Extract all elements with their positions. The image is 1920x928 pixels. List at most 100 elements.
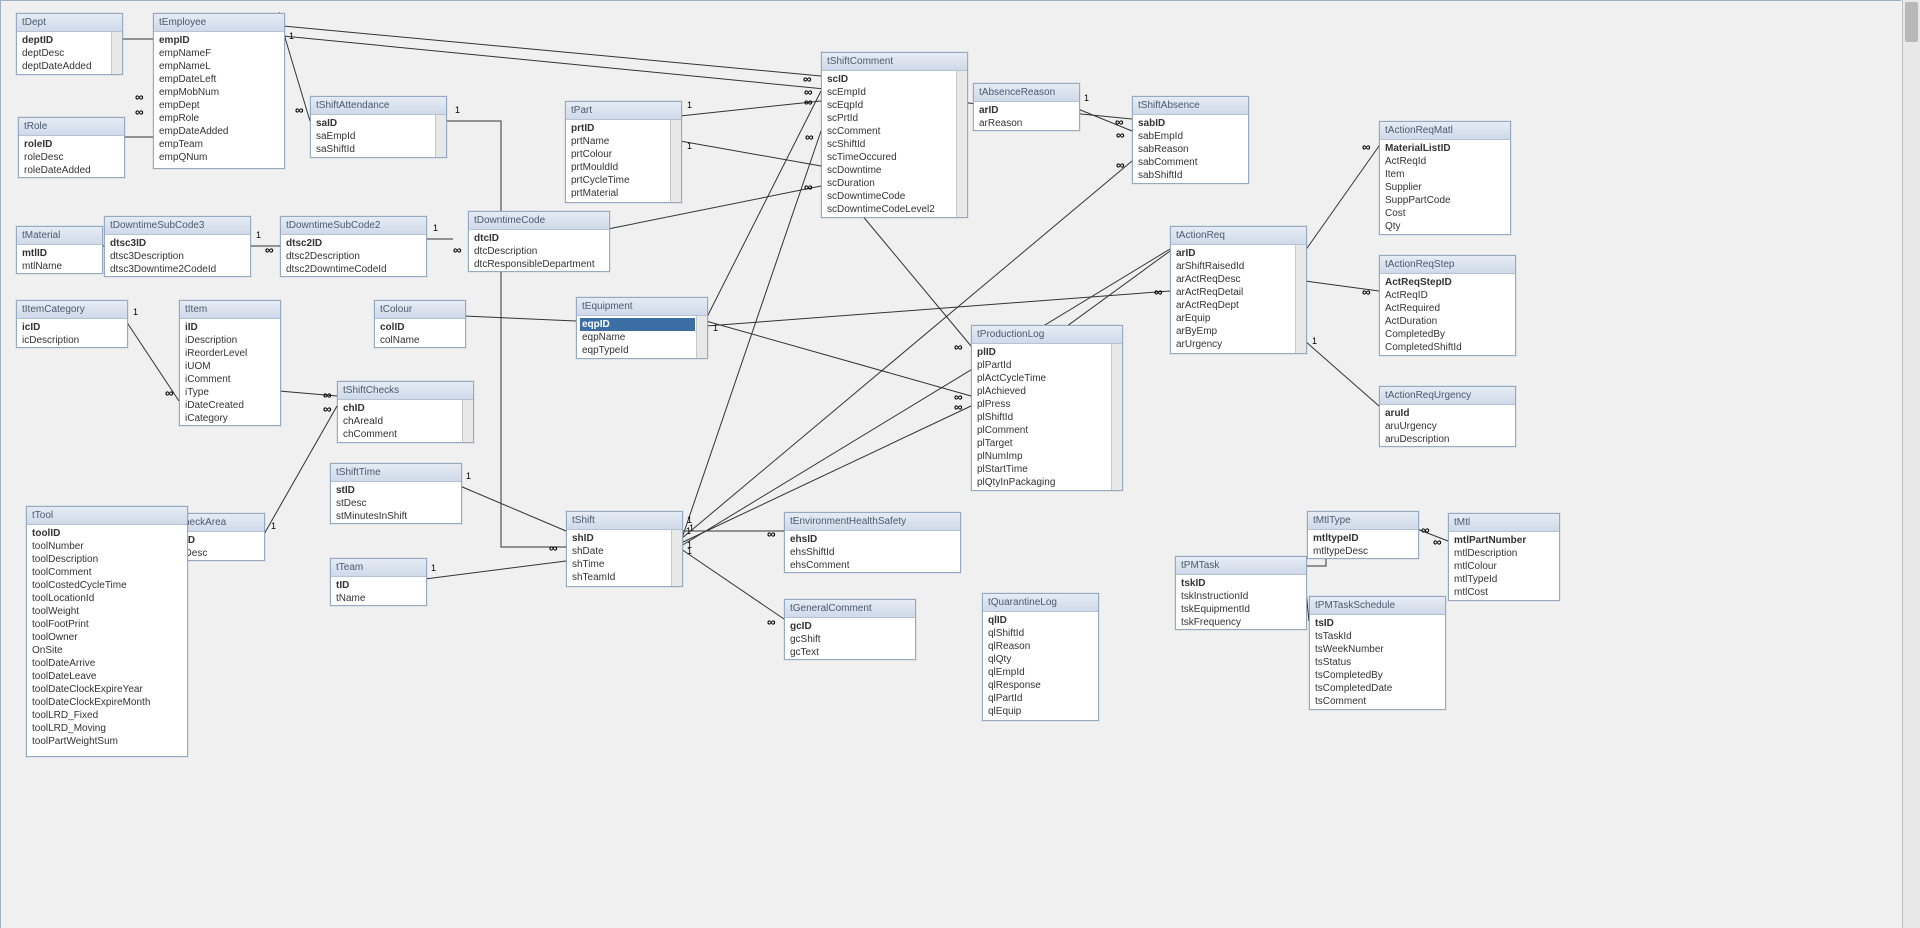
table-title[interactable]: tItemCategory [17,301,127,319]
field-dtsc3Description[interactable]: dtsc3Description [108,250,247,263]
field-toolPartWeightSum[interactable]: toolPartWeightSum [30,735,184,748]
field-scShiftId[interactable]: scShiftId [825,138,955,151]
field-qlShiftId[interactable]: qlShiftId [986,627,1095,640]
table-tTeam[interactable]: tTeamtIDtName [330,558,427,606]
field-mtlName[interactable]: mtlName [20,260,99,273]
field-saShiftId[interactable]: saShiftId [314,143,434,156]
field-arReason[interactable]: arReason [977,117,1076,130]
field-mtlPartNumber[interactable]: mtlPartNumber [1452,534,1556,547]
field-prtColour[interactable]: prtColour [569,148,669,161]
field-empDateAdded[interactable]: empDateAdded [157,125,281,138]
field-chAreaId[interactable]: chAreaId [341,415,461,428]
field-iCategory[interactable]: iCategory [183,412,277,425]
field-empNameL[interactable]: empNameL [157,60,281,73]
field-deptDesc[interactable]: deptDesc [20,47,110,60]
field-icDescription[interactable]: icDescription [20,334,124,347]
field-qlPartId[interactable]: qlPartId [986,692,1095,705]
field-tskEquipmentId[interactable]: tskEquipmentId [1179,603,1303,616]
table-tItem[interactable]: tItemiIDiDescriptioniReorderLeveliUOMiCo… [179,300,281,426]
field-SuppPartCode[interactable]: SuppPartCode [1383,194,1507,207]
table-title[interactable]: tAbsenceReason [974,84,1079,102]
table-title[interactable]: tActionReqStep [1380,256,1515,274]
table-tPMTask[interactable]: tPMTasktskIDtskInstructionIdtskEquipment… [1175,556,1307,630]
field-plShiftId[interactable]: plShiftId [975,411,1110,424]
field-aruUrgency[interactable]: aruUrgency [1383,420,1512,433]
field-empNameF[interactable]: empNameF [157,47,281,60]
field-arActReqDesc[interactable]: arActReqDesc [1174,273,1294,286]
field-tskFrequency[interactable]: tskFrequency [1179,616,1303,629]
field-ActRequired[interactable]: ActRequired [1383,302,1512,315]
field-Supplier[interactable]: Supplier [1383,181,1507,194]
table-tShift[interactable]: tShiftshIDshDateshTimeshTeamId [566,511,683,587]
table-title[interactable]: tMaterial [17,227,102,245]
field-iDescription[interactable]: iDescription [183,334,277,347]
field-gcText[interactable]: gcText [788,646,912,659]
field-ActReqId[interactable]: ActReqId [1383,155,1507,168]
table-title[interactable]: tActionReqMatl [1380,122,1510,140]
field-mtlColour[interactable]: mtlColour [1452,560,1556,573]
field-prtMaterial[interactable]: prtMaterial [569,187,669,200]
table-title[interactable]: tDowntimeCode [469,212,609,230]
field-scComment[interactable]: scComment [825,125,955,138]
field-qlResponse[interactable]: qlResponse [986,679,1095,692]
table-tDept[interactable]: tDeptdeptIDdeptDescdeptDateAdded [16,13,123,75]
table-title[interactable]: tShiftTime [331,464,461,482]
table-tMaterial[interactable]: tMaterialmtlIDmtlName [16,226,103,274]
field-arEquip[interactable]: arEquip [1174,312,1294,325]
field-OnSite[interactable]: OnSite [30,644,184,657]
table-title[interactable]: tDept [17,14,122,32]
field-tID[interactable]: tID [334,579,423,592]
table-tDowntimeCode[interactable]: tDowntimeCodedtcIDdtcDescriptiondtcRespo… [468,211,610,272]
field-arID[interactable]: arID [1174,247,1294,260]
field-stDesc[interactable]: stDesc [334,497,458,510]
field-plTarget[interactable]: plTarget [975,437,1110,450]
field-iType[interactable]: iType [183,386,277,399]
field-scEqpId[interactable]: scEqpId [825,99,955,112]
field-shTime[interactable]: shTime [570,558,670,571]
field-mtlTypeId[interactable]: mtlTypeId [1452,573,1556,586]
field-toolDescription[interactable]: toolDescription [30,553,184,566]
field-arActReqDetail[interactable]: arActReqDetail [1174,286,1294,299]
field-plID[interactable]: plID [975,346,1110,359]
field-icID[interactable]: icID [20,321,124,334]
table-tShiftComment[interactable]: tShiftCommentscIDscEmpIdscEqpIdscPrtIdsc… [821,52,968,218]
field-tsWeekNumber[interactable]: tsWeekNumber [1313,643,1442,656]
table-title[interactable]: tShift [567,512,682,530]
field-dtsc2Description[interactable]: dtsc2Description [284,250,423,263]
field-tsID[interactable]: tsID [1313,617,1442,630]
field-toolOwner[interactable]: toolOwner [30,631,184,644]
table-tQuarantineLog[interactable]: tQuarantineLogqlIDqlShiftIdqlReasonqlQty… [982,593,1099,721]
field-CompletedBy[interactable]: CompletedBy [1383,328,1512,341]
field-empID[interactable]: empID [157,34,281,47]
field-ehsComment[interactable]: ehsComment [788,559,957,572]
field-eqpID[interactable]: eqpID [580,318,695,331]
field-mtltypeDesc[interactable]: mtltypeDesc [1311,545,1415,558]
field-toolNumber[interactable]: toolNumber [30,540,184,553]
field-plPress[interactable]: plPress [975,398,1110,411]
field-plStartTime[interactable]: plStartTime [975,463,1110,476]
table-title[interactable]: tPart [566,102,681,120]
field-arShiftRaisedId[interactable]: arShiftRaisedId [1174,260,1294,273]
field-plActCycleTime[interactable]: plActCycleTime [975,372,1110,385]
field-tsTaskId[interactable]: tsTaskId [1313,630,1442,643]
field-dtsc3ID[interactable]: dtsc3ID [108,237,247,250]
vertical-scrollbar[interactable] [1902,0,1920,928]
field-tsStatus[interactable]: tsStatus [1313,656,1442,669]
table-title[interactable]: tPMTaskSchedule [1310,597,1445,615]
field-colName[interactable]: colName [378,334,462,347]
table-tEnvironmentHealthSafety[interactable]: tEnvironmentHealthSafetyehsIDehsShiftIde… [784,512,961,573]
field-CompletedShiftId[interactable]: CompletedShiftId [1383,341,1512,354]
field-tsCompletedBy[interactable]: tsCompletedBy [1313,669,1442,682]
field-ActReqID[interactable]: ActReqID [1383,289,1512,302]
field-roleID[interactable]: roleID [22,138,121,151]
field-dtcID[interactable]: dtcID [472,232,606,245]
table-title[interactable]: tTool [27,507,187,525]
field-sabID[interactable]: sabID [1136,117,1245,130]
field-plPartId[interactable]: plPartId [975,359,1110,372]
field-scPrtId[interactable]: scPrtId [825,112,955,125]
field-tName[interactable]: tName [334,592,423,605]
table-tActionReqUrgency[interactable]: tActionReqUrgencyaruIdaruUrgencyaruDescr… [1379,386,1516,447]
field-toolDateLeave[interactable]: toolDateLeave [30,670,184,683]
field-toolComment[interactable]: toolComment [30,566,184,579]
field-empRole[interactable]: empRole [157,112,281,125]
